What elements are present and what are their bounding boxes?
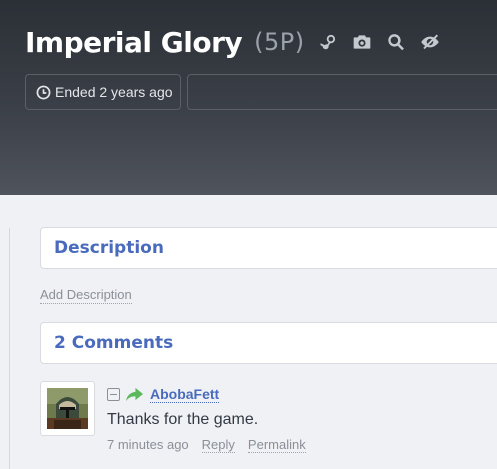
permalink-link[interactable]: Permalink — [247, 437, 306, 453]
comment-author-link[interactable]: AbobaFett — [150, 386, 220, 403]
page-title: Imperial Glory — [25, 25, 243, 59]
collapse-comment-button[interactable] — [107, 387, 120, 401]
search-icon[interactable] — [385, 31, 407, 53]
share-arrow-icon[interactable] — [125, 386, 144, 403]
title-row: Imperial Glory (5P) — [25, 22, 441, 62]
game-header: Imperial Glory (5P) Ended 2 years ago — [0, 0, 497, 195]
steam-icon[interactable] — [317, 31, 339, 53]
comment-text: Thanks for the game. — [107, 411, 259, 428]
player-count: (5P) — [254, 28, 305, 56]
hidden-eye-icon[interactable] — [419, 31, 441, 53]
add-description-link[interactable]: Add Description — [40, 287, 132, 304]
comments-heading: 2 Comments — [54, 333, 174, 353]
description-heading: Description — [54, 238, 164, 258]
comment-meta: 7 minutes ago Reply Permalink — [107, 437, 319, 453]
clock-icon — [36, 85, 51, 99]
status-text: Ended 2 years ago — [55, 84, 173, 100]
comment-header: AbobaFett — [107, 384, 220, 404]
comment-timestamp: 7 minutes ago — [107, 437, 189, 452]
reply-link[interactable]: Reply — [201, 437, 235, 453]
status-badge: Ended 2 years ago — [25, 74, 181, 110]
description-panel: Description — [40, 227, 497, 269]
thread-divider — [9, 228, 10, 469]
avatar-image — [47, 388, 88, 429]
status-bar-empty — [187, 74, 497, 110]
avatar[interactable] — [40, 381, 95, 436]
camera-icon[interactable] — [351, 31, 373, 53]
comments-panel: 2 Comments — [40, 322, 497, 364]
